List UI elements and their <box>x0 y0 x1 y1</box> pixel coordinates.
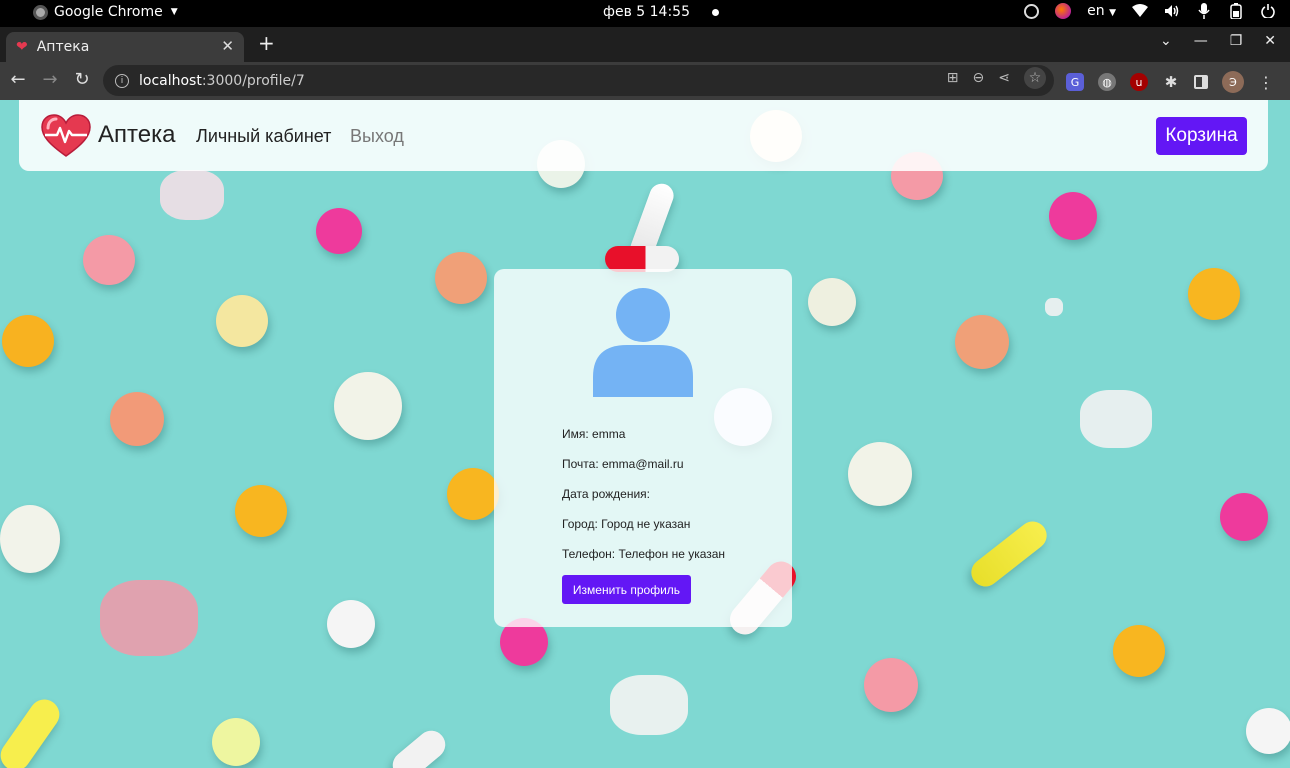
profile-birthdate-label: Дата рождения: <box>562 487 650 501</box>
os-app-menu[interactable]: Google Chrome ▼ <box>33 4 178 20</box>
translate-extension-icon[interactable]: G <box>1066 73 1084 91</box>
translate-icon[interactable]: ⊞ <box>947 70 959 89</box>
profile-name-label: Имя: <box>562 427 593 441</box>
browser-tab[interactable]: ❤ Аптека ✕ <box>6 32 244 62</box>
profile-name-field: Имя: emma <box>562 427 625 441</box>
chevron-down-icon: ▼ <box>170 7 178 17</box>
close-tab-icon[interactable]: ✕ <box>221 37 234 55</box>
heart-favicon-icon: ❤ <box>16 39 28 55</box>
restore-icon[interactable]: ❐ <box>1230 33 1243 49</box>
microphone-icon[interactable] <box>1196 3 1212 19</box>
obs-icon[interactable] <box>1024 3 1040 19</box>
browser-tab-strip: ❤ Аптека ✕ + ⌄ — ❐ ✕ <box>0 27 1290 62</box>
address-bar[interactable]: i localhost:3000/profile/7 ⊞ ⊖ ⋖ ☆ <box>103 65 1054 96</box>
bookmark-star-icon[interactable]: ☆ <box>1024 67 1046 89</box>
os-top-bar: Google Chrome ▼ фев 5 14:55 en ▼ <box>0 0 1290 27</box>
ublock-icon[interactable]: u <box>1130 73 1148 91</box>
page-viewport: Аптека Личный кабинет Выход Корзина Имя:… <box>0 100 1290 768</box>
profile-email-value: emma@mail.ru <box>602 457 684 471</box>
close-window-icon[interactable]: ✕ <box>1264 33 1276 49</box>
globe-extension-icon[interactable]: ◍ <box>1098 73 1116 91</box>
language-indicator[interactable]: en ▼ <box>1087 3 1116 19</box>
back-icon[interactable]: ← <box>7 69 29 90</box>
profile-phone-field: Телефон: Телефон не указан <box>562 547 725 561</box>
user-avatar-icon <box>593 288 693 397</box>
system-tray: en ▼ <box>1024 3 1276 19</box>
window-controls: ⌄ — ❐ ✕ <box>1160 33 1276 49</box>
profile-city-field: Город: Город не указан <box>562 517 690 531</box>
url-path: :3000/profile/7 <box>201 72 305 89</box>
forward-icon[interactable]: → <box>39 69 61 90</box>
nav-link-logout[interactable]: Выход <box>350 126 404 147</box>
reload-icon[interactable]: ↻ <box>71 69 93 90</box>
os-clock[interactable]: фев 5 14:55 <box>603 4 719 20</box>
cart-button[interactable]: Корзина <box>1156 117 1247 155</box>
url-host: localhost <box>139 72 202 89</box>
heart-logo-icon[interactable] <box>41 114 91 158</box>
new-tab-icon[interactable]: + <box>258 31 275 55</box>
extensions-puzzle-icon[interactable]: ✱ <box>1162 73 1180 91</box>
minimize-icon[interactable]: — <box>1194 33 1208 49</box>
language-label: en <box>1087 3 1105 19</box>
profile-birthdate-field: Дата рождения: <box>562 487 650 501</box>
wifi-icon[interactable] <box>1132 3 1148 19</box>
profile-card: Имя: emma Почта: emma@mail.ru Дата рожде… <box>494 269 792 627</box>
profile-city-label: Город: <box>562 517 602 531</box>
profile-name-value: emma <box>592 427 626 441</box>
profile-phone-value: Телефон не указан <box>618 547 726 561</box>
chrome-menu-icon[interactable]: ⋮ <box>1258 73 1274 92</box>
side-panel-icon[interactable] <box>1194 75 1208 89</box>
omnibox-actions: ⊞ ⊖ ⋖ ☆ <box>947 67 1046 89</box>
share-icon[interactable]: ⋖ <box>998 70 1010 89</box>
site-navbar: Аптека Личный кабинет Выход Корзина <box>19 100 1268 171</box>
profile-city-value: Город не указан <box>601 517 691 531</box>
nav-link-cabinet[interactable]: Личный кабинет <box>196 126 331 147</box>
firefox-icon[interactable] <box>1055 3 1072 19</box>
profile-email-label: Почта: <box>562 457 602 471</box>
brand-title[interactable]: Аптека <box>98 121 175 149</box>
edit-profile-button[interactable]: Изменить профиль <box>562 575 691 604</box>
notification-dot-icon <box>712 8 719 16</box>
site-info-icon[interactable]: i <box>115 73 129 88</box>
extensions-bar: G ◍ u ✱ Э ⋮ <box>1066 71 1274 93</box>
battery-icon[interactable] <box>1228 3 1244 19</box>
browser-toolbar: ← → ↻ i localhost:3000/profile/7 ⊞ ⊖ ⋖ ☆… <box>0 62 1290 100</box>
chevron-down-icon: ▼ <box>1109 8 1116 18</box>
volume-icon[interactable] <box>1164 3 1180 19</box>
profile-email-field: Почта: emma@mail.ru <box>562 457 684 471</box>
os-clock-text: фев 5 14:55 <box>603 4 690 20</box>
profile-phone-label: Телефон: <box>562 547 619 561</box>
profile-avatar[interactable]: Э <box>1222 71 1244 93</box>
zoom-icon[interactable]: ⊖ <box>973 70 985 89</box>
power-icon[interactable] <box>1260 3 1276 19</box>
tab-title: Аптека <box>36 39 90 55</box>
tab-search-icon[interactable]: ⌄ <box>1160 33 1172 49</box>
chrome-icon <box>33 4 48 20</box>
os-app-name: Google Chrome <box>54 4 163 20</box>
